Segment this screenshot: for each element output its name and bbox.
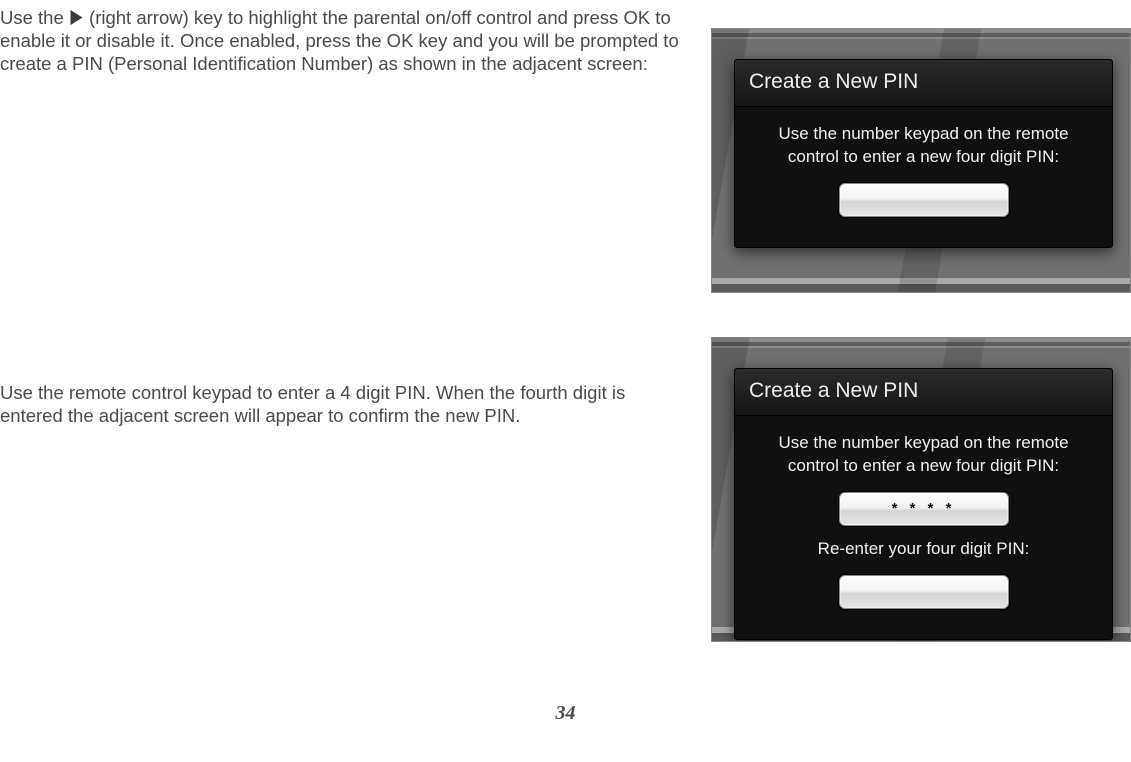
dialog-instruction: Use the number keypad on the remote cont…	[753, 123, 1094, 169]
pin-input-filled[interactable]: * * * *	[839, 492, 1009, 526]
screenshot-create-pin-confirm: Create a New PIN Use the number keypad o…	[711, 337, 1131, 642]
pin-mask: * * * *	[892, 500, 956, 517]
dialog-title: Create a New PIN	[735, 60, 1112, 107]
instruction-paragraph-2: Use the remote control keypad to enter a…	[0, 337, 711, 427]
dialog-instruction-2: Use the number keypad on the remote cont…	[753, 432, 1094, 478]
text-para2: Use the remote control keypad to enter a…	[0, 382, 625, 426]
pin-input-confirm[interactable]	[839, 575, 1009, 609]
instruction-paragraph-1: Use the (right arrow) key to highlight t…	[0, 6, 711, 75]
text-post: (right arrow) key to highlight the paren…	[0, 7, 679, 74]
right-arrow-icon	[69, 6, 84, 29]
page-number: 34	[0, 702, 1131, 725]
dialog-reenter: Re-enter your four digit PIN:	[753, 538, 1094, 561]
pin-input-empty[interactable]	[839, 183, 1009, 217]
text-pre: Use the	[0, 7, 69, 28]
dialog-create-pin-confirm: Create a New PIN Use the number keypad o…	[734, 368, 1113, 640]
dialog-title-2: Create a New PIN	[735, 369, 1112, 416]
screenshot-create-pin-empty: Create a New PIN Use the number keypad o…	[711, 28, 1131, 293]
dialog-create-pin: Create a New PIN Use the number keypad o…	[734, 59, 1113, 248]
